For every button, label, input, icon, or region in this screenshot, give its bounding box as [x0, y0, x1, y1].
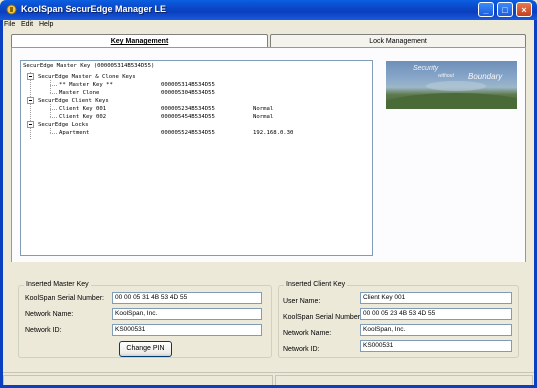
tree-item-master-key[interactable]: ** Master Key ** — [59, 81, 113, 89]
maximize-icon: □ — [502, 4, 508, 15]
network-name-label: Network Name: — [283, 330, 332, 337]
user-name-label: User Name: — [283, 298, 321, 305]
network-id-label: Network ID: — [25, 327, 62, 334]
serial-label: KoolSpan Serial Number: — [283, 314, 362, 321]
banner-text: Boundary — [468, 72, 503, 81]
tree-item-client-key-001[interactable]: Client Key 001 — [59, 105, 106, 113]
tree-item-apartment[interactable]: Apartment — [59, 129, 89, 137]
security-banner-image: Security without Boundary — [386, 61, 517, 109]
network-name-label: Network Name: — [25, 311, 74, 318]
minimize-button[interactable]: _ — [478, 2, 494, 17]
tree-root[interactable]: SecurEdge Master Key (000005314B534D55) — [23, 62, 154, 70]
tree-item-serial: 000005304B534D55 — [161, 90, 215, 96]
serial-label: KoolSpan Serial Number: — [25, 295, 104, 302]
maximize-button[interactable]: □ — [497, 2, 513, 17]
menu-help[interactable]: Help — [39, 21, 53, 28]
app-icon — [6, 4, 17, 15]
tree-item-ip-address: 192.168.0.30 — [253, 130, 294, 136]
tab-lock-management[interactable]: Lock Management — [270, 34, 526, 48]
banner-text: without — [438, 73, 454, 79]
change-pin-button[interactable]: Change PIN — [119, 341, 172, 357]
tree-group-client-keys[interactable]: SecurEdge Client Keys — [38, 97, 109, 105]
tree-item-client-key-002[interactable]: Client Key 002 — [59, 113, 106, 121]
close-button[interactable]: × — [516, 2, 532, 17]
window-frame — [0, 20, 3, 388]
group-title: Inserted Client Key — [284, 281, 348, 288]
group-title: Inserted Master Key — [24, 281, 91, 288]
menu-bar: File Edit Help — [0, 20, 537, 33]
banner-text: Security — [413, 65, 439, 72]
menu-file[interactable]: File — [4, 21, 15, 28]
tree-item-serial: 000005234B534D55 — [161, 106, 215, 112]
collapse-icon[interactable] — [27, 73, 34, 80]
tab-key-management[interactable]: Key Management — [11, 34, 268, 48]
master-serial-field[interactable]: 00 00 05 31 4B 53 4D 55 — [112, 292, 262, 304]
client-user-name-field[interactable]: Client Key 001 — [360, 292, 512, 304]
tree-group-locks[interactable]: SecurEdge Locks — [38, 121, 89, 129]
minimize-icon: _ — [483, 4, 489, 15]
close-icon: × — [521, 4, 527, 15]
key-tree-view[interactable]: SecurEdge Master Key (000005314B534D55) … — [20, 60, 373, 256]
master-network-name-field[interactable]: KoolSpan, Inc. — [112, 308, 262, 320]
tree-item-status: Normal — [253, 114, 274, 120]
collapse-icon[interactable] — [27, 97, 34, 104]
client-network-name-field[interactable]: KoolSpan, Inc. — [360, 324, 512, 336]
collapse-icon[interactable] — [27, 121, 34, 128]
window-title: KoolSpan SecurEdge Manager LE — [21, 4, 167, 14]
tree-item-serial: 000005454B534D55 — [161, 114, 215, 120]
tree-group-master-clone[interactable]: SecurEdge Master & Clone Keys — [38, 73, 136, 81]
tree-item-status: Normal — [253, 106, 274, 112]
network-id-label: Network ID: — [283, 346, 320, 353]
client-serial-field[interactable]: 00 00 05 23 4B 53 4D 55 — [360, 308, 512, 320]
master-network-id-field[interactable]: KS000531 — [112, 324, 262, 336]
title-bar[interactable]: KoolSpan SecurEdge Manager LE _ □ × — [0, 0, 537, 20]
client-network-id-field[interactable]: KS000531 — [360, 340, 512, 352]
tree-item-serial: 000005524B534D55 — [161, 130, 215, 136]
menu-edit[interactable]: Edit — [21, 21, 33, 28]
tree-item-serial: 000005314B534D55 — [161, 82, 215, 88]
tree-item-master-clone[interactable]: Master Clone — [59, 89, 99, 97]
